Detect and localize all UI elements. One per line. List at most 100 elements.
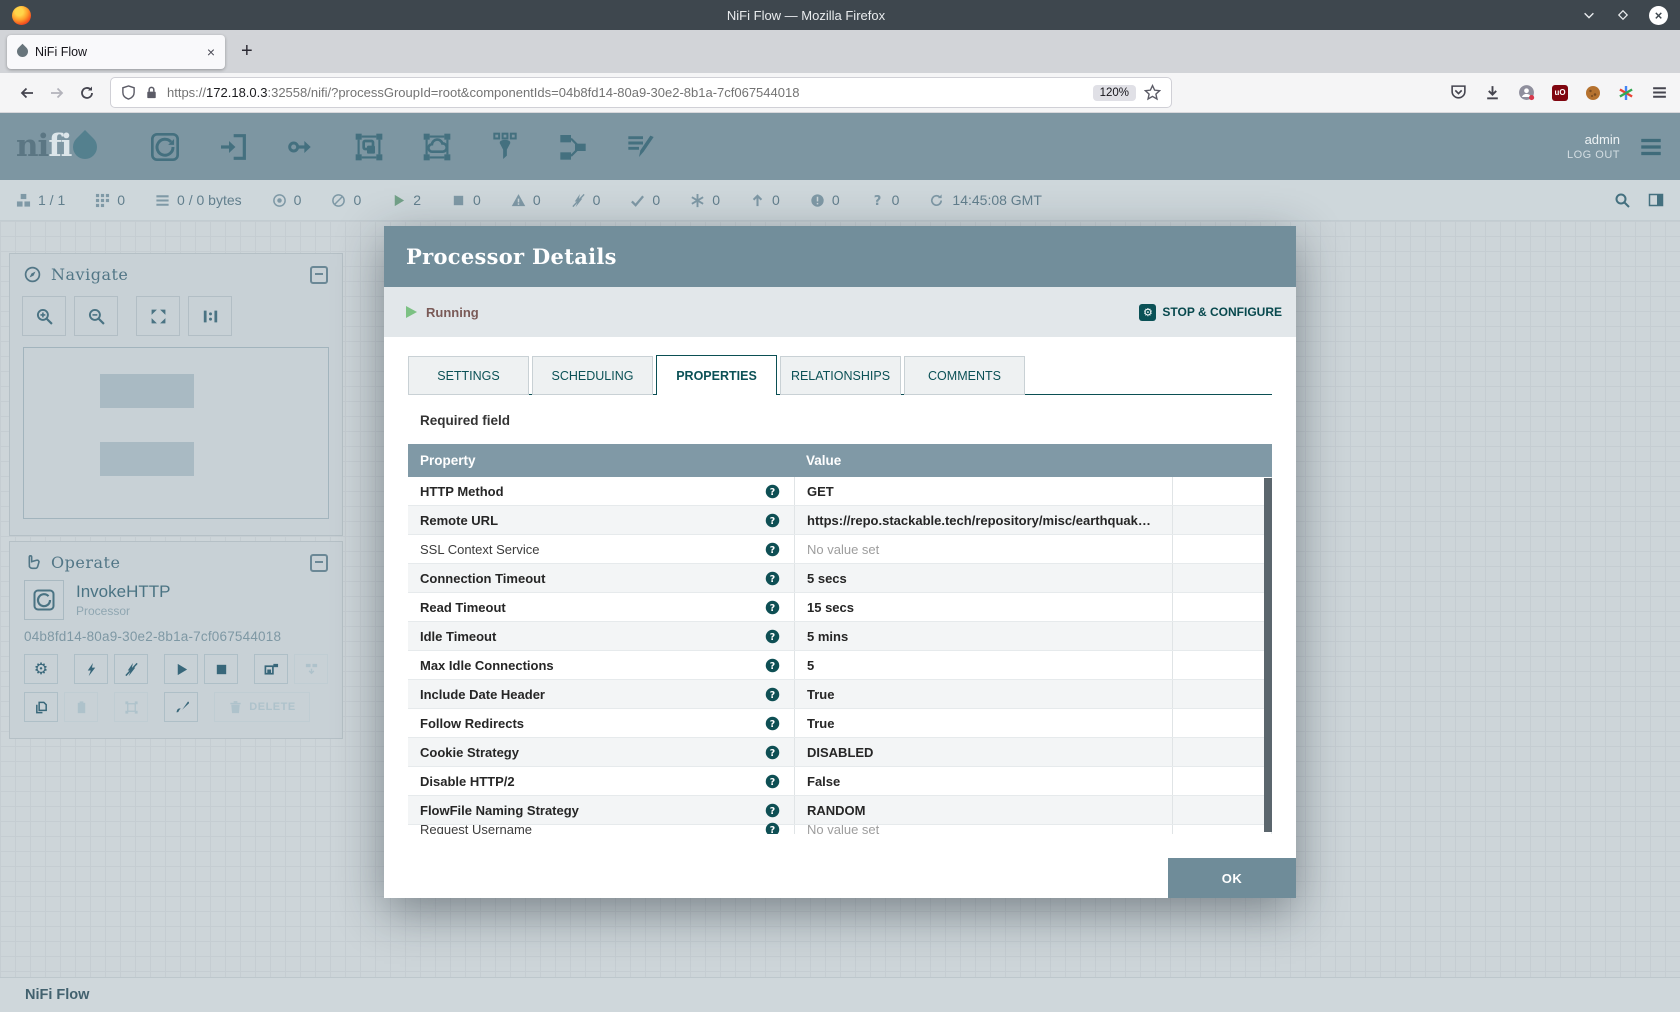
help-icon[interactable]: ? bbox=[765, 571, 780, 586]
color-button[interactable] bbox=[164, 692, 198, 722]
new-tab-button[interactable]: + bbox=[241, 40, 253, 63]
component-toolbar bbox=[149, 131, 657, 163]
property-name: Include Date Header bbox=[420, 687, 765, 702]
help-icon[interactable]: ? bbox=[765, 687, 780, 702]
url-bar[interactable]: https://172.18.0.3:32558/nifi/?processGr… bbox=[110, 77, 1172, 108]
maximize-icon[interactable] bbox=[1615, 7, 1631, 23]
property-extra-cell bbox=[1172, 651, 1272, 679]
group-button[interactable] bbox=[114, 692, 148, 722]
pocket-icon[interactable] bbox=[1450, 84, 1467, 101]
svg-text:?: ? bbox=[770, 573, 775, 584]
account-containers-icon[interactable] bbox=[1518, 84, 1535, 101]
settings-panel-icon[interactable] bbox=[1648, 192, 1664, 208]
hamburger-menu-icon[interactable] bbox=[1651, 84, 1668, 101]
property-value: No value set bbox=[794, 535, 1172, 563]
zoom-actual-size-button[interactable] bbox=[188, 296, 232, 336]
status-count: 0 bbox=[892, 192, 900, 208]
bookmark-star-icon[interactable] bbox=[1144, 84, 1161, 101]
zoom-out-button[interactable] bbox=[74, 296, 118, 336]
help-icon[interactable]: ? bbox=[765, 600, 780, 615]
zoom-in-button[interactable] bbox=[22, 296, 66, 336]
processor-icon[interactable] bbox=[149, 131, 181, 163]
help-icon[interactable]: ? bbox=[765, 484, 780, 499]
browser-tabstrip: NiFi Flow × + bbox=[0, 30, 1680, 73]
property-extra-cell bbox=[1172, 680, 1272, 708]
save-version-button[interactable] bbox=[254, 654, 288, 684]
label-icon[interactable] bbox=[625, 131, 657, 163]
process-group-icon[interactable] bbox=[353, 131, 385, 163]
locally-modified-stale-icon bbox=[810, 193, 825, 208]
close-icon[interactable]: × bbox=[1649, 6, 1668, 25]
help-icon[interactable]: ? bbox=[765, 745, 780, 760]
configure-button[interactable]: ⚙ bbox=[24, 654, 58, 684]
browser-tab[interactable]: NiFi Flow × bbox=[7, 35, 225, 69]
property-name: Max Idle Connections bbox=[420, 658, 765, 673]
logout-link[interactable]: LOG OUT bbox=[1567, 149, 1620, 161]
remote-process-group-icon[interactable] bbox=[421, 131, 453, 163]
status-count: 0 bbox=[832, 192, 840, 208]
help-icon[interactable]: ? bbox=[765, 716, 780, 731]
last-refresh-time: 14:45:08 GMT bbox=[952, 192, 1042, 208]
table-scrollbar[interactable] bbox=[1264, 478, 1272, 832]
tab-close-icon[interactable]: × bbox=[207, 44, 215, 60]
compass-icon bbox=[24, 266, 41, 283]
help-icon[interactable]: ? bbox=[765, 822, 780, 834]
status-stale: 0 bbox=[750, 192, 780, 208]
minimize-icon[interactable] bbox=[1581, 7, 1597, 23]
disable-button[interactable] bbox=[114, 654, 148, 684]
help-icon[interactable]: ? bbox=[765, 803, 780, 818]
collapse-operate-button[interactable] bbox=[310, 554, 328, 572]
property-name: HTTP Method bbox=[420, 484, 765, 499]
search-icon[interactable] bbox=[1614, 192, 1630, 208]
funnel-icon[interactable] bbox=[489, 131, 521, 163]
colorful-extension-icon[interactable] bbox=[1618, 85, 1634, 101]
property-value: RANDOM bbox=[794, 796, 1172, 824]
collapse-navigate-button[interactable] bbox=[310, 266, 328, 284]
properties-table-header: Property Value bbox=[408, 444, 1272, 477]
tab-comments[interactable]: COMMENTS bbox=[904, 356, 1025, 395]
status-stopped: 0 bbox=[451, 192, 481, 208]
property-extra-cell bbox=[1172, 709, 1272, 737]
property-value: 5 mins bbox=[794, 622, 1172, 650]
page-zoom-badge[interactable]: 120% bbox=[1093, 85, 1136, 101]
start-button[interactable] bbox=[164, 654, 198, 684]
tracking-shield-icon[interactable] bbox=[121, 85, 136, 100]
help-icon[interactable]: ? bbox=[765, 629, 780, 644]
stop-and-configure-button[interactable]: ⚙ STOP & CONFIGURE bbox=[1139, 304, 1282, 321]
tab-settings[interactable]: SETTINGS bbox=[408, 356, 529, 395]
tab-relationships[interactable]: RELATIONSHIPS bbox=[780, 356, 901, 395]
input-port-icon[interactable] bbox=[217, 131, 249, 163]
status-count: 2 bbox=[413, 192, 421, 208]
ok-button[interactable]: OK bbox=[1168, 858, 1296, 898]
help-icon[interactable]: ? bbox=[765, 513, 780, 528]
tab-properties[interactable]: PROPERTIES bbox=[656, 355, 777, 395]
breadcrumb[interactable]: NiFi Flow bbox=[0, 977, 1680, 1012]
stop-button[interactable] bbox=[204, 654, 238, 684]
delete-button[interactable]: DELETE bbox=[214, 692, 310, 722]
refresh-icon[interactable] bbox=[929, 193, 944, 208]
help-icon[interactable]: ? bbox=[765, 658, 780, 673]
value-column-header: Value bbox=[794, 453, 1172, 468]
help-icon[interactable]: ? bbox=[765, 542, 780, 557]
reload-button[interactable] bbox=[72, 78, 102, 108]
svg-text:?: ? bbox=[770, 631, 775, 642]
help-icon[interactable]: ? bbox=[765, 774, 780, 789]
enable-button[interactable] bbox=[74, 654, 108, 684]
forward-button[interactable] bbox=[42, 78, 72, 108]
tab-scheduling[interactable]: SCHEDULING bbox=[532, 356, 653, 395]
dialog-tabs: SETTINGSSCHEDULINGPROPERTIESRELATIONSHIP… bbox=[408, 355, 1272, 395]
output-port-icon[interactable] bbox=[285, 131, 317, 163]
required-field-note: Required field bbox=[420, 413, 1272, 428]
lock-icon[interactable] bbox=[144, 85, 159, 100]
copy-button[interactable] bbox=[24, 692, 58, 722]
zoom-fit-button[interactable] bbox=[136, 296, 180, 336]
birdseye-minimap[interactable] bbox=[23, 347, 329, 519]
downloads-icon[interactable] bbox=[1484, 84, 1501, 101]
cookie-extension-icon[interactable] bbox=[1585, 85, 1601, 101]
back-button[interactable] bbox=[12, 78, 42, 108]
paste-button[interactable] bbox=[64, 692, 98, 722]
global-menu-icon[interactable] bbox=[1638, 134, 1664, 160]
ublock-icon[interactable]: uO bbox=[1552, 85, 1568, 101]
revert-version-button[interactable] bbox=[294, 654, 328, 684]
template-icon[interactable] bbox=[557, 131, 589, 163]
